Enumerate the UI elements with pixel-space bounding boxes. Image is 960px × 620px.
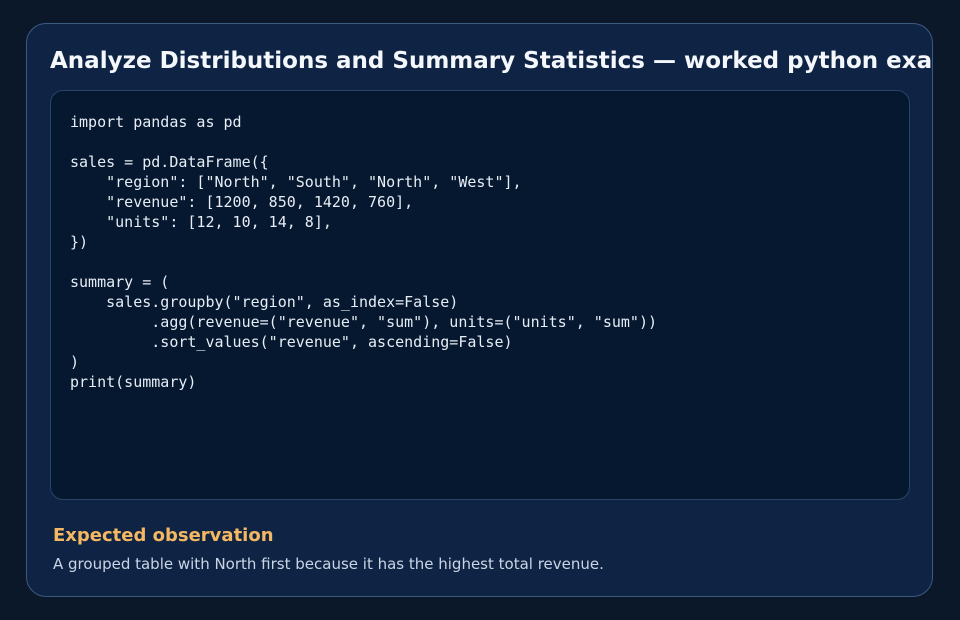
page: Analyze Distributions and Summary Statis…	[0, 0, 960, 620]
code-content: import pandas as pd sales = pd.DataFrame…	[70, 113, 657, 391]
example-card: Analyze Distributions and Summary Statis…	[26, 23, 933, 597]
observation-heading: Expected observation	[53, 525, 274, 546]
observation-text: A grouped table with North first because…	[53, 555, 604, 573]
code-block: import pandas as pd sales = pd.DataFrame…	[50, 90, 910, 500]
card-title: Analyze Distributions and Summary Statis…	[50, 48, 933, 74]
